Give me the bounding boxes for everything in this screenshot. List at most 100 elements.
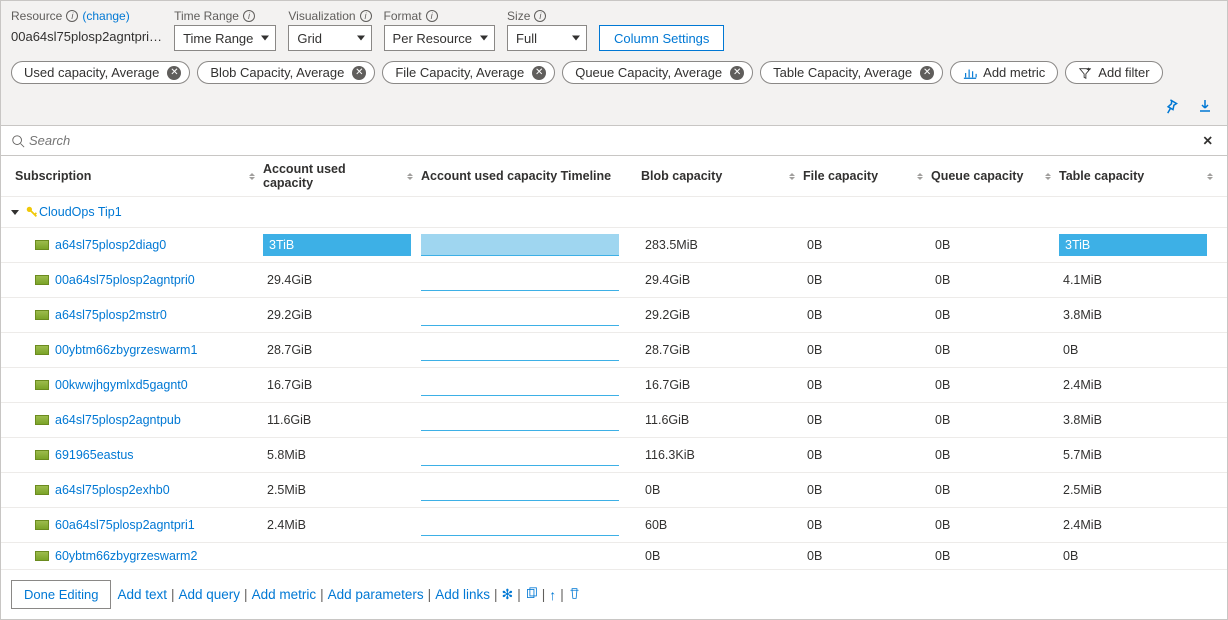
format-dropdown[interactable]: Per Resource bbox=[384, 25, 495, 51]
size-label: Size bbox=[507, 9, 530, 23]
table-row: a64sl75plosp2exhb0 2.5MiB 0B 0B 0B 2.5Mi… bbox=[1, 473, 1227, 508]
metric-chip[interactable]: Used capacity, Average✕ bbox=[11, 61, 190, 84]
change-resource-link[interactable]: (change) bbox=[82, 9, 129, 23]
used-capacity-value: 29.2GiB bbox=[263, 308, 312, 322]
file-capacity-value: 0B bbox=[803, 273, 822, 287]
storage-icon bbox=[35, 415, 49, 425]
key-icon bbox=[25, 205, 39, 219]
add-metric-link[interactable]: Add metric bbox=[252, 587, 317, 602]
grid-header-row: Subscription Account used capacity Accou… bbox=[1, 156, 1227, 197]
storage-account-link[interactable]: 00kwwjhgymlxd5gagnt0 bbox=[55, 378, 188, 392]
timeline-bar bbox=[421, 234, 619, 256]
col-timeline[interactable]: Account used capacity Timeline bbox=[417, 162, 637, 190]
remove-chip-icon[interactable]: ✕ bbox=[532, 66, 546, 80]
clear-search-icon[interactable]: ✕ bbox=[1199, 133, 1217, 148]
pin-icon[interactable] bbox=[1163, 98, 1179, 117]
sort-icon[interactable] bbox=[789, 173, 795, 180]
filter-icon bbox=[1078, 66, 1092, 80]
chart-icon bbox=[963, 66, 977, 80]
col-queue[interactable]: Queue capacity bbox=[927, 162, 1055, 190]
blob-capacity-value: 0B bbox=[641, 483, 660, 497]
parameters-toolbar: Resource i (change) 00a64sl75plosp2agntp… bbox=[1, 1, 1227, 55]
info-icon[interactable]: i bbox=[426, 10, 438, 22]
search-icon bbox=[11, 134, 25, 148]
header-actions-row bbox=[1, 94, 1227, 125]
metric-chip[interactable]: Blob Capacity, Average✕ bbox=[197, 61, 375, 84]
col-used[interactable]: Account used capacity bbox=[259, 162, 417, 190]
table-row: a64sl75plosp2diag0 3TiB 283.5MiB 0B 0B 3… bbox=[1, 228, 1227, 263]
done-editing-button[interactable]: Done Editing bbox=[11, 580, 111, 609]
storage-account-link[interactable]: 691965eastus bbox=[55, 448, 134, 462]
metric-chip[interactable]: Table Capacity, Average✕ bbox=[760, 61, 943, 84]
queue-capacity-value: 0B bbox=[931, 518, 950, 532]
move-up-icon[interactable]: ↑ bbox=[549, 587, 556, 603]
group-name-link[interactable]: CloudOps Tip1 bbox=[39, 205, 122, 219]
storage-account-link[interactable]: 60ybtm66zbygrzeswarm2 bbox=[55, 549, 197, 563]
col-table[interactable]: Table capacity bbox=[1055, 162, 1217, 190]
storage-account-link[interactable]: a64sl75plosp2mstr0 bbox=[55, 308, 167, 322]
size-dropdown[interactable]: Full bbox=[507, 25, 587, 51]
remove-chip-icon[interactable]: ✕ bbox=[352, 66, 366, 80]
file-capacity-value: 0B bbox=[803, 448, 822, 462]
column-settings-button[interactable]: Column Settings bbox=[599, 25, 724, 51]
time-range-dropdown[interactable]: Time Range bbox=[174, 25, 276, 51]
col-subscription[interactable]: Subscription bbox=[11, 162, 259, 190]
storage-icon bbox=[35, 520, 49, 530]
add-filter-chip[interactable]: Add filter bbox=[1065, 61, 1162, 84]
queue-capacity-value: 0B bbox=[931, 413, 950, 427]
metric-chips-row: Used capacity, Average✕ Blob Capacity, A… bbox=[1, 55, 1227, 94]
settings-icon[interactable]: ✻ bbox=[501, 586, 513, 603]
sort-icon[interactable] bbox=[249, 173, 255, 180]
copy-icon[interactable] bbox=[525, 587, 538, 603]
used-capacity-value: 28.7GiB bbox=[263, 343, 312, 357]
file-capacity-value: 0B bbox=[803, 308, 822, 322]
add-parameters-link[interactable]: Add parameters bbox=[328, 587, 424, 602]
storage-account-link[interactable]: a64sl75plosp2agntpub bbox=[55, 413, 181, 427]
table-capacity-value: 0B bbox=[1059, 343, 1078, 357]
sort-icon[interactable] bbox=[1045, 173, 1051, 180]
format-label: Format bbox=[384, 9, 422, 23]
sort-icon[interactable] bbox=[1207, 173, 1213, 180]
info-icon[interactable]: i bbox=[66, 10, 78, 22]
remove-chip-icon[interactable]: ✕ bbox=[730, 66, 744, 80]
storage-account-link[interactable]: a64sl75plosp2exhb0 bbox=[55, 483, 170, 497]
sort-icon[interactable] bbox=[917, 173, 923, 180]
timeline-bar bbox=[421, 374, 619, 396]
visualization-label: Visualization bbox=[288, 9, 355, 23]
sort-icon[interactable] bbox=[407, 173, 413, 180]
storage-account-link[interactable]: 00ybtm66zbygrzeswarm1 bbox=[55, 343, 197, 357]
page-root: Resource i (change) 00a64sl75plosp2agntp… bbox=[0, 0, 1228, 620]
col-file[interactable]: File capacity bbox=[799, 162, 927, 190]
add-links-link[interactable]: Add links bbox=[435, 587, 490, 602]
remove-chip-icon[interactable]: ✕ bbox=[167, 66, 181, 80]
expand-caret-icon[interactable] bbox=[11, 210, 19, 215]
add-metric-chip[interactable]: Add metric bbox=[950, 61, 1058, 84]
group-row[interactable]: CloudOps Tip1 bbox=[1, 197, 1227, 228]
table-row: 60ybtm66zbygrzeswarm2 0B 0B 0B 0B bbox=[1, 543, 1227, 570]
remove-chip-icon[interactable]: ✕ bbox=[920, 66, 934, 80]
info-icon[interactable]: i bbox=[243, 10, 255, 22]
format-param: Formati Per Resource bbox=[384, 9, 495, 51]
storage-account-link[interactable]: 60a64sl75plosp2agntpri1 bbox=[55, 518, 195, 532]
storage-account-link[interactable]: 00a64sl75plosp2agntpri0 bbox=[55, 273, 195, 287]
delete-icon[interactable] bbox=[568, 587, 581, 603]
queue-capacity-value: 0B bbox=[931, 483, 950, 497]
used-capacity-value: 29.4GiB bbox=[263, 273, 312, 287]
add-query-link[interactable]: Add query bbox=[179, 587, 241, 602]
add-text-link[interactable]: Add text bbox=[117, 587, 167, 602]
info-icon[interactable]: i bbox=[534, 10, 546, 22]
metric-chip[interactable]: Queue Capacity, Average✕ bbox=[562, 61, 753, 84]
storage-account-link[interactable]: a64sl75plosp2diag0 bbox=[55, 238, 166, 252]
download-icon[interactable] bbox=[1197, 98, 1213, 117]
visualization-dropdown[interactable]: Grid bbox=[288, 25, 371, 51]
table-row: 00kwwjhgymlxd5gagnt0 16.7GiB 16.7GiB 0B … bbox=[1, 368, 1227, 403]
rows-container: a64sl75plosp2diag0 3TiB 283.5MiB 0B 0B 3… bbox=[1, 228, 1227, 570]
metric-chip[interactable]: File Capacity, Average✕ bbox=[382, 61, 555, 84]
col-blob[interactable]: Blob capacity bbox=[637, 162, 799, 190]
search-input[interactable] bbox=[25, 130, 1199, 151]
search-bar: ✕ bbox=[1, 125, 1227, 156]
info-icon[interactable]: i bbox=[360, 10, 372, 22]
blob-capacity-value: 16.7GiB bbox=[641, 378, 690, 392]
resource-label: Resource bbox=[11, 9, 62, 23]
file-capacity-value: 0B bbox=[803, 483, 822, 497]
